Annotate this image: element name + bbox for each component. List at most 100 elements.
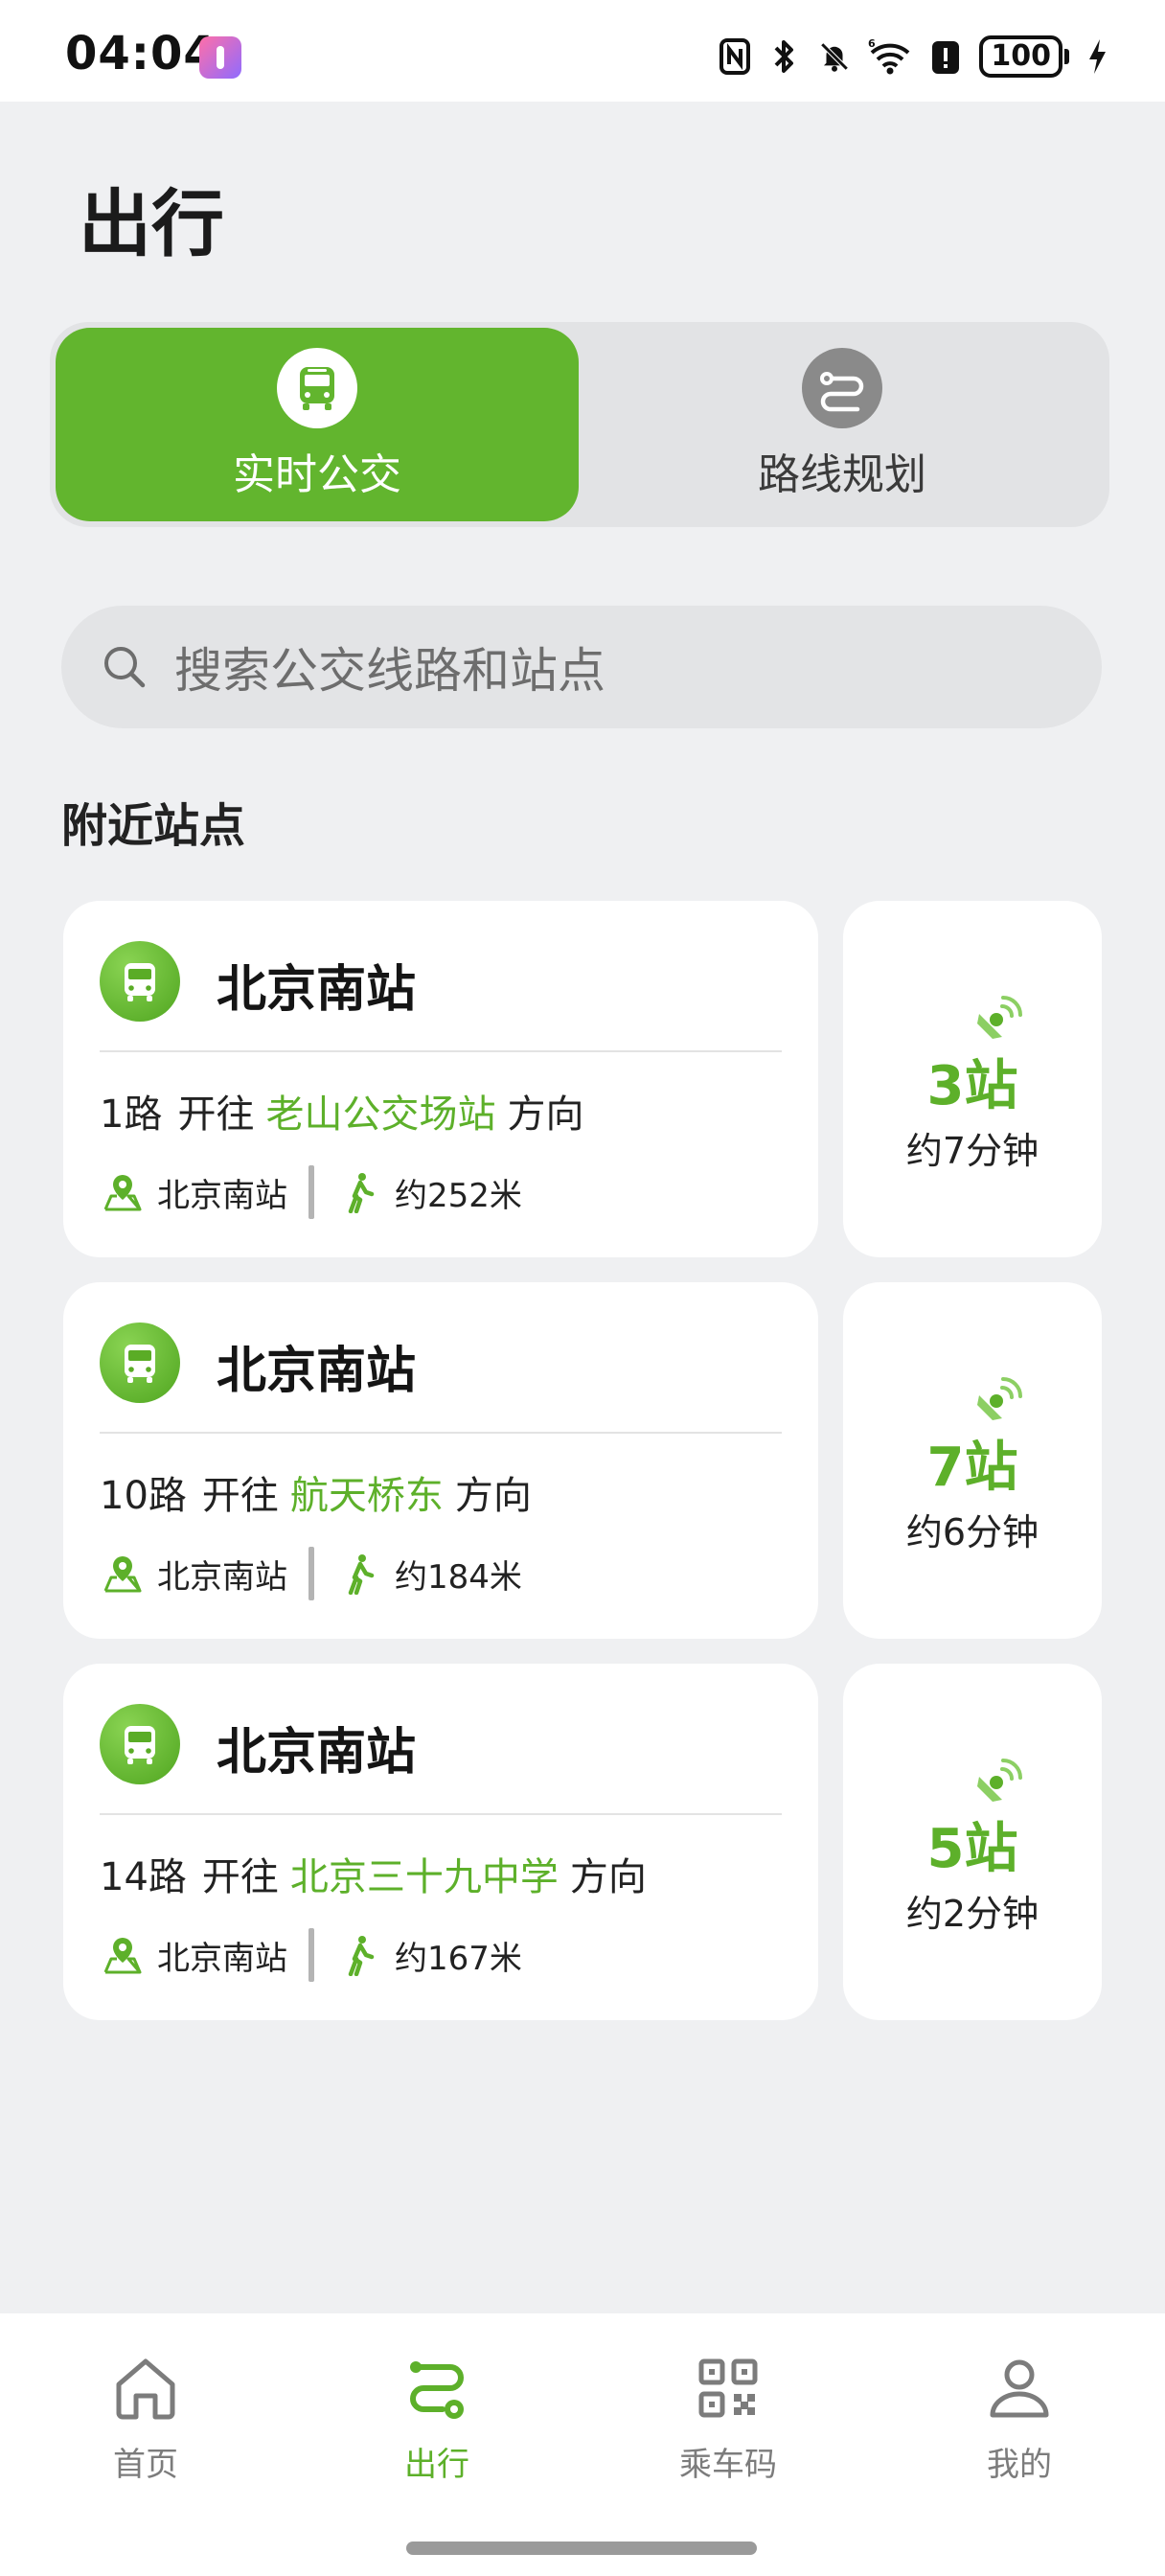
route-icon: [802, 348, 882, 428]
stop-name: 北京南站: [157, 1557, 287, 1597]
route-icon: [410, 2361, 464, 2419]
walk-icon: [348, 1936, 375, 1976]
home-indicator[interactable]: [406, 2542, 757, 2555]
arrival-eta: 约6分钟: [905, 1511, 1039, 1553]
realtime-signal-icon: [977, 1759, 1022, 1802]
bluetooth-icon: [768, 37, 801, 76]
toward-label: 开往: [177, 1092, 255, 1137]
station-card[interactable]: 北京南站 10路 开往 航天桥东 方向 北京南站 约184米 7站 约6分钟: [63, 1282, 1102, 1639]
walk-icon: [348, 1554, 375, 1595]
divider: [100, 1432, 782, 1434]
charging-icon: [1086, 37, 1108, 76]
bus-icon: [100, 941, 180, 1022]
route-number: 10路: [100, 1474, 187, 1518]
mute-icon: [818, 37, 851, 76]
tab-route-planning[interactable]: 路线规划: [581, 328, 1104, 521]
status-bar: 04:04 6 100: [0, 0, 1165, 102]
station-card[interactable]: 北京南站 1路 开往 老山公交场站 方向 北京南站 约252米 3站 约7分钟: [63, 901, 1102, 1257]
bus-icon: [100, 1322, 180, 1403]
station-name: 北京南站: [217, 1724, 417, 1782]
svg-text:6: 6: [868, 37, 876, 50]
walk-distance: 约167米: [395, 1939, 522, 1978]
battery-icon: 100: [979, 35, 1069, 78]
profile-icon: [990, 2359, 1049, 2418]
route-info: 10路 开往 航天桥东 方向: [100, 1464, 532, 1520]
route-number: 14路: [100, 1855, 187, 1899]
map-pin-icon: [103, 1556, 142, 1593]
alert-icon: [929, 37, 962, 76]
separator: [308, 1165, 314, 1219]
bus-icon: [100, 1704, 180, 1784]
tab-route-planning-label: 路线规划: [758, 450, 926, 499]
nearby-stations-title: 附近站点: [61, 799, 246, 853]
walk-icon: [348, 1173, 375, 1213]
nav-profile[interactable]: 我的: [924, 2352, 1115, 2485]
route-destination: 航天桥东: [289, 1474, 444, 1518]
tab-realtime-bus-label: 实时公交: [233, 450, 401, 499]
nav-travel[interactable]: 出行: [341, 2352, 533, 2485]
nav-home-label: 首页: [113, 2446, 178, 2484]
nav-home[interactable]: 首页: [50, 2352, 241, 2485]
mode-segmented-control: 实时公交 路线规划: [50, 322, 1109, 527]
route-info: 14路 开往 北京三十九中学 方向: [100, 1846, 647, 1901]
stops-away: 3站: [926, 1055, 1018, 1117]
station-name: 北京南站: [217, 1343, 417, 1400]
search-input[interactable]: 搜索公交线路和站点: [174, 632, 605, 702]
nav-ride-code[interactable]: 乘车码: [632, 2352, 824, 2485]
nfc-icon: [719, 37, 751, 76]
route-destination: 老山公交场站: [265, 1092, 496, 1137]
arrival-card[interactable]: 3站 约7分钟: [843, 901, 1102, 1257]
direction-label: 方向: [507, 1092, 584, 1137]
stops-away: 5站: [926, 1818, 1018, 1880]
arrival-eta: 约7分钟: [905, 1130, 1039, 1172]
station-meta: 北京南站 约184米: [102, 1547, 522, 1600]
arrival-card[interactable]: 7站 约6分钟: [843, 1282, 1102, 1639]
nav-travel-label: 出行: [404, 2446, 469, 2484]
bottom-navigation: 首页 出行 乘车码 我的: [0, 2313, 1165, 2576]
route-number: 1路: [100, 1092, 163, 1137]
bus-icon: [277, 348, 357, 428]
home-icon: [116, 2358, 175, 2420]
wifi-6-icon: 6: [868, 37, 912, 76]
route-info: 1路 开往 老山公交场站 方向: [100, 1083, 583, 1138]
station-meta: 北京南站 约252米: [102, 1165, 522, 1219]
direction-label: 方向: [569, 1855, 647, 1899]
stop-name: 北京南站: [157, 1176, 287, 1215]
notification-app-icon: [199, 36, 241, 79]
tab-realtime-bus[interactable]: 实时公交: [56, 328, 579, 521]
divider: [100, 1813, 782, 1815]
status-icons: 6 100: [719, 33, 1108, 80]
station-card-main[interactable]: 北京南站 14路 开往 北京三十九中学 方向 北京南站 约167米: [63, 1664, 818, 2020]
realtime-signal-icon: [977, 996, 1022, 1039]
station-name: 北京南站: [217, 961, 417, 1019]
toward-label: 开往: [201, 1855, 279, 1899]
toward-label: 开往: [201, 1474, 279, 1518]
station-card-main[interactable]: 北京南站 1路 开往 老山公交场站 方向 北京南站 约252米: [63, 901, 818, 1257]
station-meta: 北京南站 约167米: [102, 1928, 522, 1982]
qr-code-icon: [698, 2358, 758, 2418]
realtime-signal-icon: [977, 1377, 1022, 1420]
map-pin-icon: [103, 1175, 142, 1211]
route-destination: 北京三十九中学: [289, 1855, 559, 1899]
page-title: 出行: [79, 181, 224, 266]
search-icon: [104, 647, 146, 688]
arrival-eta: 约2分钟: [905, 1893, 1039, 1935]
stops-away: 7站: [926, 1437, 1018, 1499]
station-card[interactable]: 北京南站 14路 开往 北京三十九中学 方向 北京南站 约167米 5站 约2分钟: [63, 1664, 1102, 2020]
search-bar[interactable]: 搜索公交线路和站点: [61, 606, 1102, 728]
separator: [308, 1928, 314, 1982]
arrival-card[interactable]: 5站 约2分钟: [843, 1664, 1102, 2020]
stop-name: 北京南站: [157, 1939, 287, 1978]
separator: [308, 1547, 314, 1600]
travel-screen: 04:04 6 100 出行 实时公交 路线规划 搜索公交线路和站点 附近站点 …: [0, 0, 1165, 2576]
battery-level: 100: [979, 35, 1062, 78]
nav-ride-code-label: 乘车码: [679, 2446, 777, 2484]
walk-distance: 约252米: [395, 1176, 522, 1215]
divider: [100, 1050, 782, 1052]
status-time: 04:04: [65, 27, 217, 80]
nav-profile-label: 我的: [987, 2446, 1052, 2484]
direction-label: 方向: [454, 1474, 532, 1518]
station-card-main[interactable]: 北京南站 10路 开往 航天桥东 方向 北京南站 约184米: [63, 1282, 818, 1639]
map-pin-icon: [103, 1938, 142, 1974]
walk-distance: 约184米: [395, 1557, 522, 1597]
